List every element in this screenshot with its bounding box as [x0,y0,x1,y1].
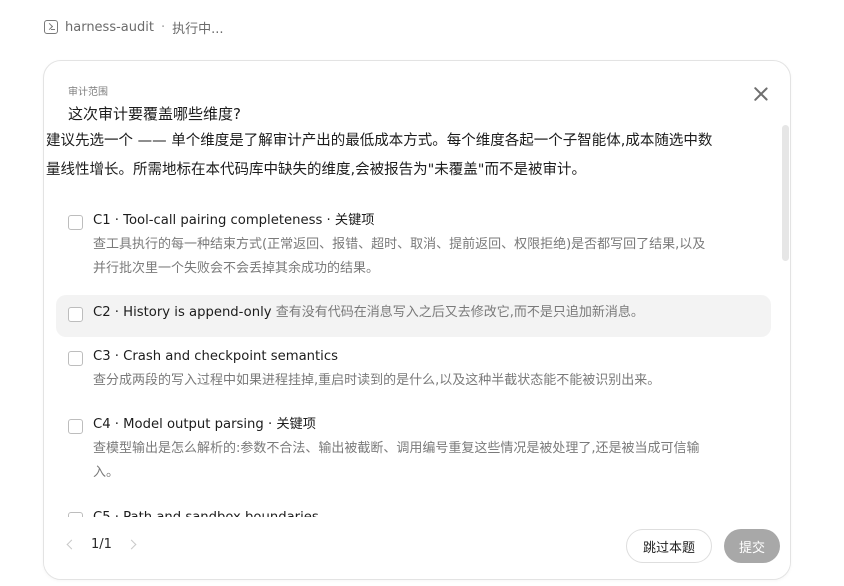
checkbox-c2[interactable] [68,307,83,322]
chevron-left-icon[interactable] [66,539,77,550]
close-icon[interactable] [750,83,772,105]
checkbox-c4[interactable] [68,419,83,434]
option-desc-line: 查工具执行的每一种结束方式(正常返回、报错、超时、取消、提前返回、权限拒绝)是否… [93,237,706,252]
header-status: 执行中... [172,21,224,37]
option-title: C1 · Tool-call pairing completeness · 关键… [93,213,375,228]
checkbox-c3[interactable] [68,351,83,366]
scrollbar-thumb[interactable] [782,125,789,261]
options-scroll-area[interactable]: 建议先选一个 —— 单个维度是了解审计产出的最低成本方式。每个维度各起一个子智能… [44,127,784,519]
option-desc-line: 查分成两段的写入过程中如果进程挂掉,重启时读到的是什么,以及这种半截状态能不能被… [93,373,661,388]
header-bar: harness-audit · 执行中... [44,17,224,37]
question-card: 审计范围 这次审计要覆盖哪些维度? 建议先选一个 —— 单个维度是了解审计产出的… [43,60,791,580]
option-c2[interactable]: C2 · History is append-only 查有没有代码在消息写入之… [56,295,771,337]
question-title: 这次审计要覆盖哪些维度? [68,105,241,123]
checkbox-c1[interactable] [68,215,83,230]
option-desc: 查分成两段的写入过程中如果进程挂掉,重启时读到的是什么,以及这种半截状态能不能被… [93,369,757,393]
option-title: C3 · Crash and checkpoint semantics [93,349,338,364]
option-inline-desc: 查有没有代码在消息写入之后又去修改它,而不是只追加新消息。 [275,305,644,320]
header-title: harness-audit [65,19,154,35]
option-desc: 查工具执行的每一种结束方式(正常返回、报错、超时、取消、提前返回、权限拒绝)是否… [93,233,757,281]
options-list: C1 · Tool-call pairing completeness · 关键… [56,203,771,519]
submit-button[interactable]: 提交 [724,529,780,563]
option-c1[interactable]: C1 · Tool-call pairing completeness · 关键… [56,203,771,293]
section-label: 审计范围 [68,87,108,98]
terminal-icon [44,20,58,34]
option-desc-line: 并行批次里一个失败会不会丢掉其余成功的结果。 [93,261,380,276]
option-title: C4 · Model output parsing · 关键项 [93,417,316,432]
option-c3[interactable]: C3 · Crash and checkpoint semantics 查分成两… [56,339,771,399]
option-desc: 查模型输出是怎么解析的:参数不合法、输出被截断、调用编号重复这些情况是被处理了,… [93,437,757,485]
option-c4[interactable]: C4 · Model output parsing · 关键项 查模型输出是怎么… [56,407,771,497]
page-indicator: 1/1 [91,537,112,552]
header-separator: · [160,19,166,35]
option-title-row: C2 · History is append-only 查有没有代码在消息写入之… [93,304,757,322]
pager: 1/1 [66,537,137,552]
description: 建议先选一个 —— 单个维度是了解审计产出的最低成本方式。每个维度各起一个子智能… [46,127,784,185]
skip-button[interactable]: 跳过本题 [626,529,712,563]
option-title: C2 · History is append-only [93,305,272,320]
description-line: 建议先选一个 —— 单个维度是了解审计产出的最低成本方式。每个维度各起一个子智能… [46,133,713,149]
description-line: 量线性增长。所需地标在本代码库中缺失的维度,会被报告为"未覆盖"而不是被审计。 [46,162,586,178]
card-footer: 1/1 跳过本题 提交 [44,517,790,579]
chevron-right-icon[interactable] [126,539,137,550]
option-desc-line: 查模型输出是怎么解析的:参数不合法、输出被截断、调用编号重复这些情况是被处理了,… [93,441,700,456]
option-desc-line: 入。 [93,465,120,480]
